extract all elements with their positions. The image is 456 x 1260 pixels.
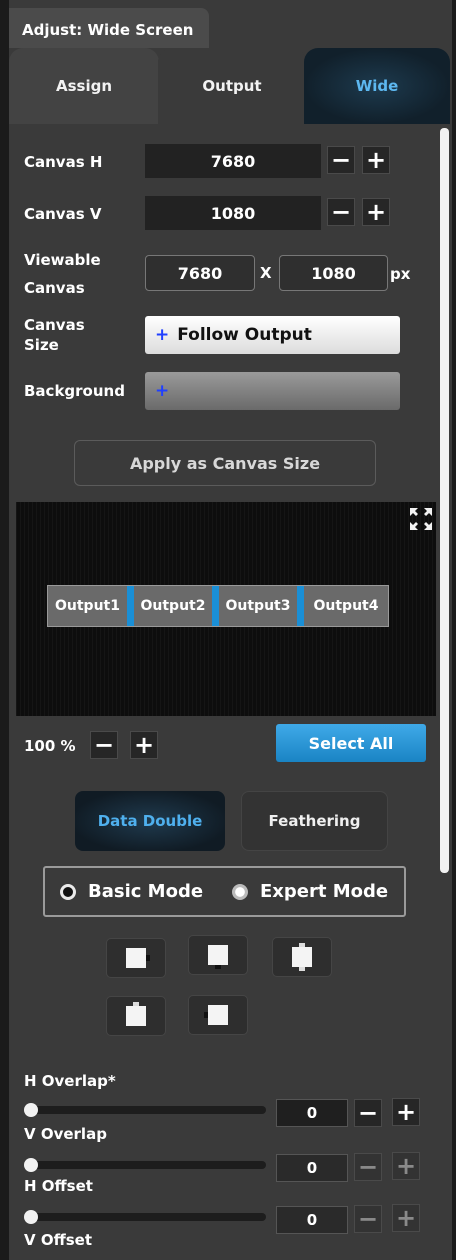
output-block-3[interactable]: Output3 [219, 586, 297, 626]
basic-mode-label: Basic Mode [88, 881, 204, 902]
h-offset-label: H Offset [24, 1177, 93, 1195]
zoom-out-button[interactable]: − [90, 731, 118, 759]
canvas-h-decrement-button[interactable]: − [327, 146, 355, 174]
basic-mode-radio[interactable]: Basic Mode [60, 881, 203, 902]
viewable-unit: px [390, 265, 411, 283]
canvas-v-decrement-button[interactable]: − [327, 198, 355, 226]
viewable-width-input[interactable]: 7680 [145, 255, 255, 291]
zoom-in-button[interactable]: + [130, 731, 158, 759]
v-overlap-value[interactable]: 0 [276, 1154, 348, 1182]
plus-icon: + [155, 325, 170, 345]
align-bottom-button[interactable] [106, 996, 166, 1036]
align-right-icon [204, 1005, 228, 1025]
h-offset-increment-button[interactable]: + [392, 1204, 420, 1232]
canvas-v-input[interactable]: 1080 [145, 196, 321, 230]
tab-feathering[interactable]: Feathering [241, 791, 388, 851]
align-bottom-icon [126, 1002, 146, 1026]
tab-wide[interactable]: Wide [304, 48, 450, 124]
h-overlap-label: H Overlap* [24, 1072, 116, 1090]
h-offset-slider[interactable] [30, 1213, 266, 1221]
h-offset-value[interactable]: 0 [276, 1206, 348, 1234]
align-right-button[interactable] [188, 995, 248, 1035]
h-overlap-increment-button[interactable]: + [392, 1098, 420, 1126]
expert-mode-label: Expert Mode [260, 881, 389, 902]
viewable-x-separator: X [260, 264, 272, 282]
output-layout: Output1 Output2 Output3 Output4 [47, 585, 389, 627]
canvas-v-increment-button[interactable]: + [362, 198, 390, 226]
v-offset-label: V Offset [24, 1231, 93, 1249]
overlap-marker [297, 586, 304, 626]
panel-title: Adjust: Wide Screen [9, 8, 209, 48]
h-overlap-slider-knob[interactable] [24, 1103, 38, 1117]
v-overlap-slider[interactable] [30, 1161, 266, 1169]
viewable-canvas-label: Viewable Canvas [24, 251, 101, 297]
h-offset-decrement-button[interactable]: − [354, 1205, 382, 1233]
v-overlap-label: V Overlap [24, 1125, 107, 1143]
align-top-button[interactable] [188, 935, 248, 975]
v-overlap-slider-knob[interactable] [24, 1158, 38, 1172]
viewable-height-input[interactable]: 1080 [279, 255, 388, 291]
overlap-marker [127, 586, 134, 626]
select-all-button[interactable]: Select All [276, 724, 426, 762]
background-label: Background [24, 382, 125, 400]
align-center-button[interactable] [272, 937, 332, 977]
canvas-h-label: Canvas H [24, 153, 103, 171]
canvas-h-increment-button[interactable]: + [362, 146, 390, 174]
tab-data-double[interactable]: Data Double [75, 791, 225, 851]
vertical-scrollbar[interactable] [440, 128, 449, 873]
zoom-level: 100 % [24, 737, 76, 755]
h-offset-slider-knob[interactable] [24, 1210, 38, 1224]
v-overlap-increment-button[interactable]: + [392, 1152, 420, 1180]
radio-unselected-icon [232, 883, 248, 900]
canvas-v-label: Canvas V [24, 205, 102, 223]
h-overlap-slider[interactable] [30, 1106, 266, 1114]
overlap-marker [212, 586, 219, 626]
background-button[interactable]: + [145, 372, 400, 410]
plus-icon: + [155, 381, 170, 401]
follow-output-label: Follow Output [177, 325, 312, 345]
output-block-4[interactable]: Output4 [304, 586, 388, 626]
output-block-1[interactable]: Output1 [48, 586, 127, 626]
tab-output[interactable]: Output [158, 48, 306, 124]
v-overlap-decrement-button[interactable]: − [354, 1153, 382, 1181]
canvas-h-input[interactable]: 7680 [145, 144, 321, 178]
output-block-2[interactable]: Output2 [134, 586, 212, 626]
h-overlap-value[interactable]: 0 [276, 1099, 348, 1127]
align-left-button[interactable] [106, 938, 166, 978]
expert-mode-radio[interactable]: Expert Mode [232, 881, 388, 902]
canvas-size-label: Canvas Size [24, 316, 85, 354]
apply-canvas-size-button[interactable]: Apply as Canvas Size [74, 440, 376, 486]
expand-icon[interactable] [407, 505, 435, 533]
align-left-icon [126, 948, 150, 968]
radio-selected-icon [60, 883, 76, 900]
follow-output-button[interactable]: + Follow Output [145, 316, 400, 354]
align-top-icon [208, 945, 228, 969]
align-center-icon [292, 943, 312, 971]
h-overlap-decrement-button[interactable]: − [354, 1099, 382, 1127]
tab-assign[interactable]: Assign [9, 48, 159, 124]
